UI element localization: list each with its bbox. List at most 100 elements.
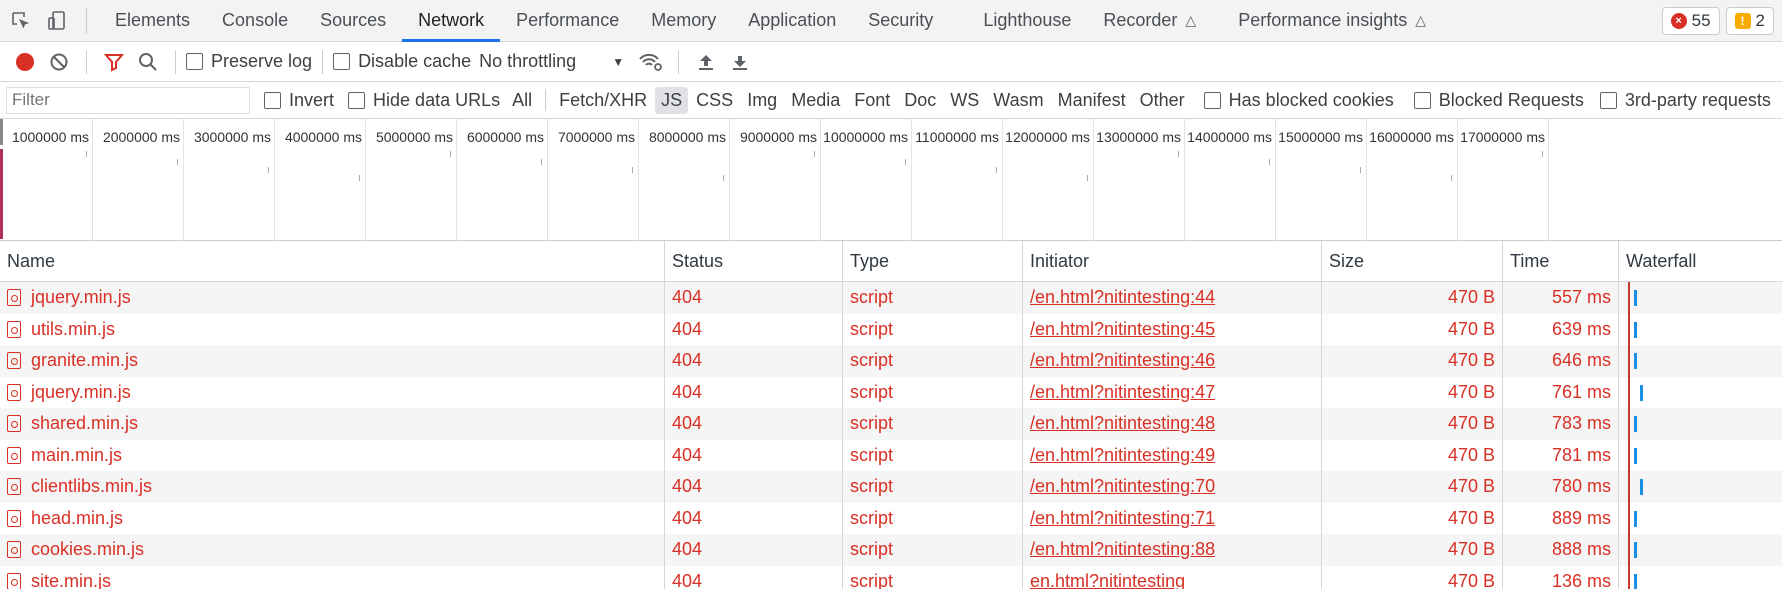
load-event-line	[1628, 376, 1630, 408]
overview-tick: 12000000 ms	[1005, 119, 1094, 241]
search-button[interactable]	[131, 46, 165, 78]
cell-time: 888 ms	[1503, 534, 1619, 566]
device-toolbar-icon[interactable]	[42, 6, 72, 36]
cell-type: script	[843, 439, 1023, 471]
initiator-link[interactable]: /en.html?nitintesting:71	[1030, 508, 1215, 529]
header-status[interactable]: Status	[665, 241, 843, 281]
filter-type-media[interactable]: Media	[785, 87, 846, 114]
initiator-link[interactable]: /en.html?nitintesting:44	[1030, 287, 1215, 308]
header-name[interactable]: Name	[0, 241, 665, 281]
waterfall-track	[1626, 408, 1775, 440]
overview-tick: 14000000 ms	[1187, 119, 1276, 241]
cell-time: 783 ms	[1503, 408, 1619, 440]
tab-recorder[interactable]: Recorder △	[1087, 0, 1212, 42]
header-type[interactable]: Type	[843, 241, 1023, 281]
table-row[interactable]: clientlibs.min.js 404 script/en.html?nitin…	[0, 471, 1782, 503]
table-row[interactable]: head.min.js 404 script/en.html?nitintestin…	[0, 502, 1782, 534]
initiator-link[interactable]: /en.html?nitintesting:48	[1030, 413, 1215, 434]
preserve-log-checkbox[interactable]: Preserve log	[186, 51, 312, 72]
header-time[interactable]: Time	[1503, 241, 1619, 281]
table-row[interactable]: main.min.js 404 script/en.html?nitintestin…	[0, 439, 1782, 471]
tab-network[interactable]: Network	[402, 0, 501, 42]
error-count: 55	[1691, 10, 1711, 30]
table-row[interactable]: jquery.min.js 404 script/en.html?nitintest…	[0, 282, 1782, 314]
tab-elements[interactable]: Elements	[99, 0, 206, 42]
header-size[interactable]: Size	[1322, 241, 1503, 281]
filter-type-fetch-xhr[interactable]: Fetch/XHR	[553, 87, 653, 114]
filter-type-css[interactable]: CSS	[690, 87, 739, 114]
checkbox-box	[186, 53, 203, 70]
filter-type-other[interactable]: Other	[1134, 87, 1191, 114]
filter-input[interactable]	[6, 86, 250, 114]
filter-type-manifest[interactable]: Manifest	[1052, 87, 1132, 114]
cell-name-text: jquery.min.js	[31, 381, 131, 402]
cell-size: 470 B	[1322, 282, 1503, 314]
initiator-link[interactable]: en.html?nitintesting	[1030, 571, 1185, 589]
table-row[interactable]: utils.min.js 404 script/en.html?nitintesti…	[0, 313, 1782, 345]
waterfall-bar	[1640, 384, 1643, 401]
invert-checkbox[interactable]: Invert	[264, 90, 334, 111]
tab-performance[interactable]: Performance	[500, 0, 635, 42]
initiator-link[interactable]: /en.html?nitintesting:45	[1030, 319, 1215, 340]
disable-cache-checkbox[interactable]: Disable cache	[333, 51, 471, 72]
throttling-select[interactable]: No throttling ▼	[479, 51, 624, 72]
overview-tick: 11000000 ms	[915, 119, 1003, 241]
cell-waterfall	[1619, 534, 1782, 566]
filter-type-doc[interactable]: Doc	[898, 87, 942, 114]
tab-sources[interactable]: Sources	[304, 0, 402, 42]
script-file-icon	[7, 541, 21, 559]
cell-waterfall	[1619, 502, 1782, 534]
network-overview[interactable]: 1000000 ms 2000000 ms 3000000 ms 4000000 ms…	[0, 119, 1782, 241]
export-har-button[interactable]	[723, 46, 757, 78]
third-party-requests-checkbox[interactable]: 3rd-party requests	[1599, 90, 1771, 111]
filter-type-all[interactable]: All	[506, 87, 538, 114]
initiator-link[interactable]: /en.html?nitintesting:49	[1030, 445, 1215, 466]
table-row[interactable]: shared.min.js 404 script/en.html?nitintest…	[0, 408, 1782, 440]
cell-size: 470 B	[1322, 376, 1503, 408]
table-row[interactable]: granite.min.js 404 script/en.html?nitintes…	[0, 345, 1782, 377]
cell-name-text: jquery.min.js	[31, 287, 131, 308]
overview-tick: 4000000 ms	[285, 119, 366, 241]
initiator-link[interactable]: /en.html?nitintesting:46	[1030, 350, 1215, 371]
overview-tick-label: 12000000 ms	[1005, 129, 1090, 145]
filter-type-ws[interactable]: WS	[944, 87, 985, 114]
table-row[interactable]: cookies.min.js 404 script/en.html?nitintes…	[0, 534, 1782, 566]
error-counter[interactable]: × 55	[1661, 6, 1720, 35]
filter-type-img[interactable]: Img	[741, 87, 783, 114]
import-har-button[interactable]	[689, 46, 723, 78]
filter-type-js[interactable]: JS	[655, 86, 689, 114]
tab-application[interactable]: Application	[732, 0, 852, 42]
initiator-link[interactable]: /en.html?nitintesting:70	[1030, 476, 1215, 497]
has-blocked-cookies-checkbox[interactable]: Has blocked cookies	[1203, 90, 1394, 111]
cell-name-text: utils.min.js	[31, 318, 116, 339]
tab-console[interactable]: Console	[206, 0, 304, 42]
cell-waterfall	[1619, 282, 1782, 314]
hide-data-urls-checkbox[interactable]: Hide data URLs	[348, 90, 500, 111]
initiator-link[interactable]: /en.html?nitintesting:47	[1030, 382, 1215, 403]
header-initiator[interactable]: Initiator	[1023, 241, 1322, 281]
filter-type-font[interactable]: Font	[848, 87, 896, 114]
cell-status: 404	[665, 376, 843, 408]
tab-lighthouse[interactable]: Lighthouse	[967, 0, 1087, 42]
header-waterfall[interactable]: Waterfall	[1619, 241, 1782, 281]
network-conditions-button[interactable]	[634, 46, 668, 78]
table-row[interactable]: jquery.min.js 404 script/en.html?nitintest…	[0, 376, 1782, 408]
script-file-icon	[7, 478, 21, 496]
filter-type-wasm[interactable]: Wasm	[987, 87, 1049, 114]
tab-security[interactable]: Security	[852, 0, 949, 42]
tab-memory[interactable]: Memory	[635, 0, 732, 42]
blocked-requests-checkbox[interactable]: Blocked Requests	[1413, 90, 1584, 111]
filter-toggle-button[interactable]	[97, 46, 131, 78]
record-button[interactable]	[8, 46, 42, 78]
cell-waterfall	[1619, 376, 1782, 408]
load-event-line	[1628, 502, 1630, 534]
clear-button[interactable]	[42, 46, 76, 78]
initiator-link[interactable]: /en.html?nitintesting:88	[1030, 539, 1215, 560]
overview-tick-label: 15000000 ms	[1278, 129, 1363, 145]
table-row[interactable]: site.min.js 404 script en.html?nitintesting…	[0, 565, 1782, 589]
overview-handle[interactable]	[0, 119, 3, 145]
inspect-element-icon[interactable]	[6, 6, 36, 36]
tab-performance-insights[interactable]: Performance insights △	[1222, 0, 1442, 42]
warning-counter[interactable]: ! 2	[1725, 6, 1774, 35]
cell-name: jquery.min.js	[0, 282, 665, 314]
